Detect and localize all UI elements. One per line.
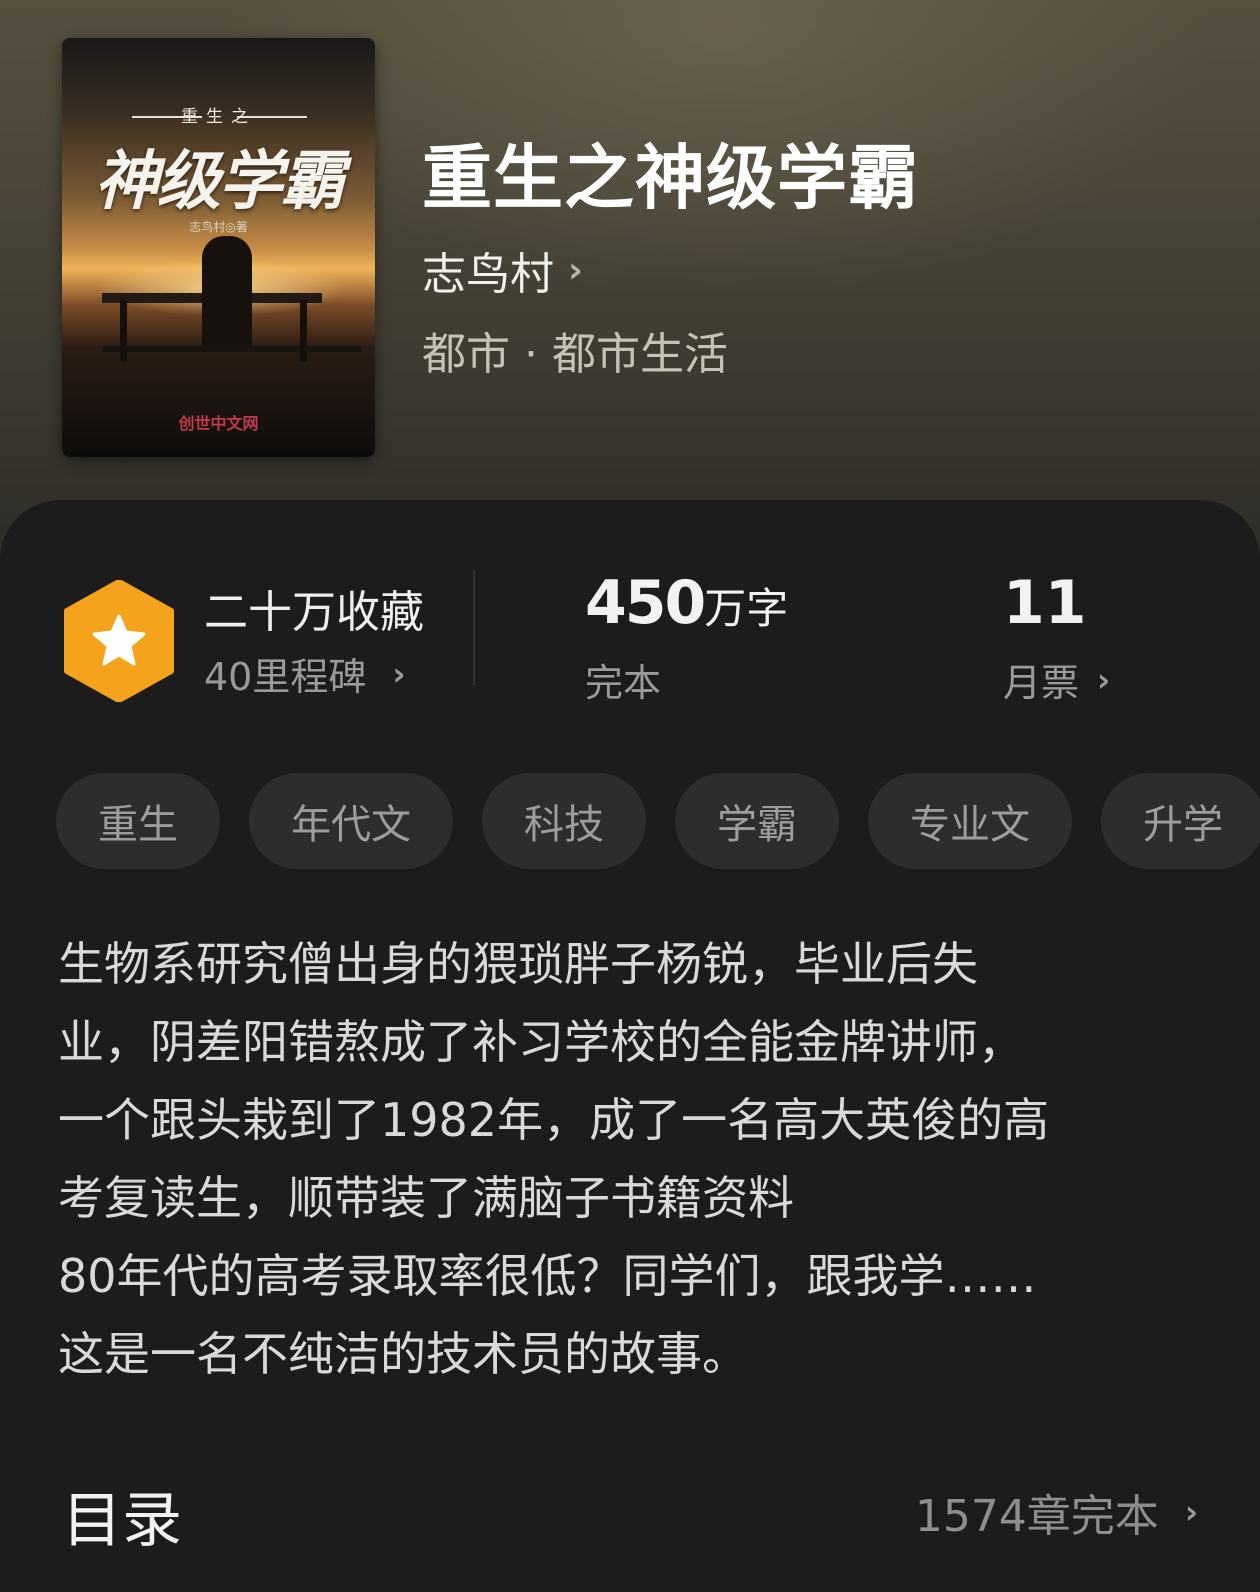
monthly-votes-value: 11 [1003, 568, 1087, 638]
subgenre: 都市生活 [552, 329, 728, 380]
tag-chip[interactable]: 年代文 [249, 773, 453, 869]
cover-bench-leg [300, 300, 307, 362]
synopsis-line: 业，阴差阳错熬成了补习学校的全能金牌讲师， [58, 1015, 1024, 1069]
cover-author: 志鸟村◎著 [189, 220, 248, 234]
milestone-label: 40里程碑 [204, 655, 367, 699]
tag-chip[interactable]: 学霸 [675, 773, 839, 869]
cover-subtitle: 重生之 [181, 107, 256, 127]
author-link[interactable]: 志鸟村 › [422, 238, 583, 302]
chevron-right-icon: › [1184, 1493, 1198, 1531]
monthly-votes-label: 月票 [1003, 661, 1080, 705]
cover-bench-leg [120, 300, 127, 362]
star-badge-icon [64, 580, 174, 702]
synopsis-line: 这是一名不纯洁的技术员的故事。 [58, 1327, 748, 1381]
synopsis-line: 一个跟头栽到了1982年，成了一名高大英俊的高 [58, 1093, 1050, 1147]
synopsis-line: 考复读生，顺带装了满脑子书籍资料 [58, 1171, 794, 1225]
completion-status: 完本 [585, 661, 662, 705]
chevron-right-icon: › [392, 654, 406, 693]
milestone-link[interactable]: 40里程碑 › [204, 646, 406, 701]
tag-chip[interactable]: 升学 [1101, 773, 1260, 869]
genre-line: 都市 · 都市生活 [422, 318, 728, 382]
chevron-right-icon: › [568, 249, 583, 291]
monthly-votes-link[interactable]: 月票 › [1003, 652, 1110, 707]
genre: 都市 [422, 329, 510, 380]
genre-separator: · [524, 329, 538, 380]
tag-chip[interactable]: 专业文 [868, 773, 1072, 869]
tag-chip[interactable]: 重生 [56, 773, 220, 869]
chevron-right-icon: › [1097, 660, 1111, 699]
word-count-value: 450 [585, 568, 706, 638]
word-count: 450万字 [585, 568, 788, 638]
synopsis[interactable]: 生物系研究僧出身的猥琐胖子杨锐，毕业后失 业，阴差阳错熬成了补习学校的全能金牌讲… [58, 925, 1208, 1393]
book-title: 重生之神级学霸 [422, 136, 919, 219]
toc-title[interactable]: 目录 [62, 1472, 182, 1559]
favorites-count: 二十万收藏 [204, 587, 424, 638]
cover-publisher: 创世中文网 [178, 414, 259, 433]
cover-bench-rail [102, 346, 362, 352]
toc-link[interactable]: 1574章完本 › [915, 1480, 1198, 1544]
author-name: 志鸟村 [422, 249, 554, 300]
cover-figure [202, 236, 252, 351]
word-count-unit: 万字 [704, 584, 789, 633]
synopsis-line: 80年代的高考录取率很低？同学们，跟我学…… [58, 1249, 1037, 1303]
synopsis-line: 生物系研究僧出身的猥琐胖子杨锐，毕业后失 [58, 937, 978, 991]
tag-chip[interactable]: 科技 [482, 773, 646, 869]
book-cover[interactable]: 重生之 神级学霸 志鸟村◎著 创世中文网 [62, 38, 375, 457]
cover-title: 神级学霸 [94, 145, 345, 219]
chapter-count: 1574章完本 [914, 1491, 1159, 1542]
stats-divider [473, 570, 475, 685]
tag-list: 重生 年代文 科技 学霸 专业文 升学 [56, 773, 1260, 869]
